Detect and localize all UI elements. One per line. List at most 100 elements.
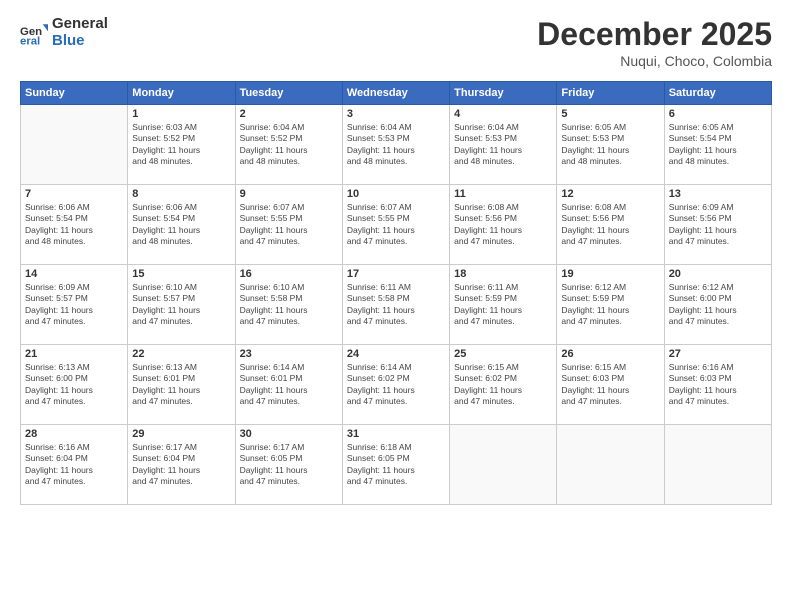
day-info: Sunrise: 6:04 AMSunset: 5:53 PMDaylight:…: [347, 122, 445, 168]
calendar-week-row: 21Sunrise: 6:13 AMSunset: 6:00 PMDayligh…: [21, 345, 772, 425]
header-tuesday: Tuesday: [235, 82, 342, 105]
calendar-cell: 14Sunrise: 6:09 AMSunset: 5:57 PMDayligh…: [21, 265, 128, 345]
day-info: Sunrise: 6:17 AMSunset: 6:05 PMDaylight:…: [240, 442, 338, 488]
day-number: 5: [561, 108, 659, 120]
day-info: Sunrise: 6:09 AMSunset: 5:57 PMDaylight:…: [25, 282, 123, 328]
calendar-cell: 13Sunrise: 6:09 AMSunset: 5:56 PMDayligh…: [664, 185, 771, 265]
svg-text:eral: eral: [20, 35, 40, 47]
day-info: Sunrise: 6:15 AMSunset: 6:03 PMDaylight:…: [561, 362, 659, 408]
day-info: Sunrise: 6:10 AMSunset: 5:58 PMDaylight:…: [240, 282, 338, 328]
day-info: Sunrise: 6:16 AMSunset: 6:04 PMDaylight:…: [25, 442, 123, 488]
weekday-header-row: Sunday Monday Tuesday Wednesday Thursday…: [21, 82, 772, 105]
day-info: Sunrise: 6:06 AMSunset: 5:54 PMDaylight:…: [25, 202, 123, 248]
calendar-cell: 4Sunrise: 6:04 AMSunset: 5:53 PMDaylight…: [450, 105, 557, 185]
day-info: Sunrise: 6:04 AMSunset: 5:53 PMDaylight:…: [454, 122, 552, 168]
day-info: Sunrise: 6:07 AMSunset: 5:55 PMDaylight:…: [240, 202, 338, 248]
day-number: 8: [132, 188, 230, 200]
day-info: Sunrise: 6:07 AMSunset: 5:55 PMDaylight:…: [347, 202, 445, 248]
day-info: Sunrise: 6:04 AMSunset: 5:52 PMDaylight:…: [240, 122, 338, 168]
logo-general-text: General: [52, 16, 108, 33]
day-number: 19: [561, 268, 659, 280]
day-info: Sunrise: 6:08 AMSunset: 5:56 PMDaylight:…: [561, 202, 659, 248]
calendar-cell: 28Sunrise: 6:16 AMSunset: 6:04 PMDayligh…: [21, 425, 128, 505]
calendar-cell: 21Sunrise: 6:13 AMSunset: 6:00 PMDayligh…: [21, 345, 128, 425]
calendar-cell: 2 Sunrise: 6:04 AMSunset: 5:52 PMDaylight…: [235, 105, 342, 185]
day-info: Sunrise: 6:12 AMSunset: 5:59 PMDaylight:…: [561, 282, 659, 328]
calendar-cell: 11Sunrise: 6:08 AMSunset: 5:56 PMDayligh…: [450, 185, 557, 265]
day-info: Sunrise: 6:14 AMSunset: 6:01 PMDaylight:…: [240, 362, 338, 408]
day-info: Sunrise: 6:05 AMSunset: 5:53 PMDaylight:…: [561, 122, 659, 168]
calendar-cell: 22 Sunrise: 6:13 AMSunset: 6:01 PMDayligh…: [128, 345, 235, 425]
day-number: 2: [240, 108, 338, 120]
page-header: Gen eral General Blue December 2025 Nuqu…: [20, 16, 772, 69]
day-number: 31: [347, 428, 445, 440]
calendar-week-row: 1 Sunrise: 6:03 AMSunset: 5:52 PMDaylight…: [21, 105, 772, 185]
header-thursday: Thursday: [450, 82, 557, 105]
calendar-cell: [450, 425, 557, 505]
day-number: 15: [132, 268, 230, 280]
day-number: 20: [669, 268, 767, 280]
calendar-cell: 26 Sunrise: 6:15 AMSunset: 6:03 PMDayligh…: [557, 345, 664, 425]
calendar-cell: 12 Sunrise: 6:08 AMSunset: 5:56 PMDayligh…: [557, 185, 664, 265]
calendar-cell: 5 Sunrise: 6:05 AMSunset: 5:53 PMDaylight…: [557, 105, 664, 185]
calendar-cell: 10Sunrise: 6:07 AMSunset: 5:55 PMDayligh…: [342, 185, 449, 265]
day-info: Sunrise: 6:08 AMSunset: 5:56 PMDaylight:…: [454, 202, 552, 248]
header-sunday: Sunday: [21, 82, 128, 105]
day-info: Sunrise: 6:09 AMSunset: 5:56 PMDaylight:…: [669, 202, 767, 248]
header-friday: Friday: [557, 82, 664, 105]
day-number: 7: [25, 188, 123, 200]
logo-icon: Gen eral: [20, 19, 48, 47]
day-number: 17: [347, 268, 445, 280]
day-info: Sunrise: 6:18 AMSunset: 6:05 PMDaylight:…: [347, 442, 445, 488]
day-number: 30: [240, 428, 338, 440]
day-number: 27: [669, 348, 767, 360]
day-info: Sunrise: 6:17 AMSunset: 6:04 PMDaylight:…: [132, 442, 230, 488]
header-saturday: Saturday: [664, 82, 771, 105]
calendar-cell: 19 Sunrise: 6:12 AMSunset: 5:59 PMDayligh…: [557, 265, 664, 345]
logo: Gen eral General Blue: [20, 16, 108, 49]
calendar-cell: 6 Sunrise: 6:05 AMSunset: 5:54 PMDaylight…: [664, 105, 771, 185]
header-wednesday: Wednesday: [342, 82, 449, 105]
day-info: Sunrise: 6:12 AMSunset: 6:00 PMDaylight:…: [669, 282, 767, 328]
month-title: December 2025: [537, 16, 772, 53]
day-number: 6: [669, 108, 767, 120]
logo-blue-text: Blue: [52, 33, 108, 50]
calendar-cell: 9 Sunrise: 6:07 AMSunset: 5:55 PMDaylight…: [235, 185, 342, 265]
calendar-cell: 8Sunrise: 6:06 AMSunset: 5:54 PMDaylight…: [128, 185, 235, 265]
calendar-cell: 23Sunrise: 6:14 AMSunset: 6:01 PMDayligh…: [235, 345, 342, 425]
calendar-cell: [664, 425, 771, 505]
day-number: 26: [561, 348, 659, 360]
calendar-cell: [21, 105, 128, 185]
calendar-cell: 27 Sunrise: 6:16 AMSunset: 6:03 PMDayligh…: [664, 345, 771, 425]
day-number: 1: [132, 108, 230, 120]
day-number: 29: [132, 428, 230, 440]
calendar-cell: 31 Sunrise: 6:18 AMSunset: 6:05 PMDayligh…: [342, 425, 449, 505]
calendar-cell: 18 Sunrise: 6:11 AMSunset: 5:59 PMDayligh…: [450, 265, 557, 345]
day-info: Sunrise: 6:11 AMSunset: 5:59 PMDaylight:…: [454, 282, 552, 328]
header-monday: Monday: [128, 82, 235, 105]
calendar-cell: 16 Sunrise: 6:10 AMSunset: 5:58 PMDayligh…: [235, 265, 342, 345]
calendar-cell: 15 Sunrise: 6:10 AMSunset: 5:57 PMDayligh…: [128, 265, 235, 345]
day-number: 21: [25, 348, 123, 360]
day-number: 9: [240, 188, 338, 200]
day-info: Sunrise: 6:03 AMSunset: 5:52 PMDaylight:…: [132, 122, 230, 168]
day-number: 16: [240, 268, 338, 280]
day-info: Sunrise: 6:13 AMSunset: 6:01 PMDaylight:…: [132, 362, 230, 408]
day-number: 3: [347, 108, 445, 120]
day-number: 24: [347, 348, 445, 360]
day-info: Sunrise: 6:16 AMSunset: 6:03 PMDaylight:…: [669, 362, 767, 408]
calendar-cell: 3 Sunrise: 6:04 AMSunset: 5:53 PMDaylight…: [342, 105, 449, 185]
day-info: Sunrise: 6:10 AMSunset: 5:57 PMDaylight:…: [132, 282, 230, 328]
calendar-table: Sunday Monday Tuesday Wednesday Thursday…: [20, 81, 772, 505]
day-number: 22: [132, 348, 230, 360]
title-block: December 2025 Nuqui, Choco, Colombia: [537, 16, 772, 69]
calendar-cell: 30 Sunrise: 6:17 AMSunset: 6:05 PMDayligh…: [235, 425, 342, 505]
location-text: Nuqui, Choco, Colombia: [537, 53, 772, 69]
calendar-cell: 25Sunrise: 6:15 AMSunset: 6:02 PMDayligh…: [450, 345, 557, 425]
calendar-cell: 7 Sunrise: 6:06 AMSunset: 5:54 PMDaylight…: [21, 185, 128, 265]
day-number: 12: [561, 188, 659, 200]
day-info: Sunrise: 6:15 AMSunset: 6:02 PMDaylight:…: [454, 362, 552, 408]
calendar-week-row: 7 Sunrise: 6:06 AMSunset: 5:54 PMDaylight…: [21, 185, 772, 265]
day-info: Sunrise: 6:05 AMSunset: 5:54 PMDaylight:…: [669, 122, 767, 168]
day-number: 18: [454, 268, 552, 280]
